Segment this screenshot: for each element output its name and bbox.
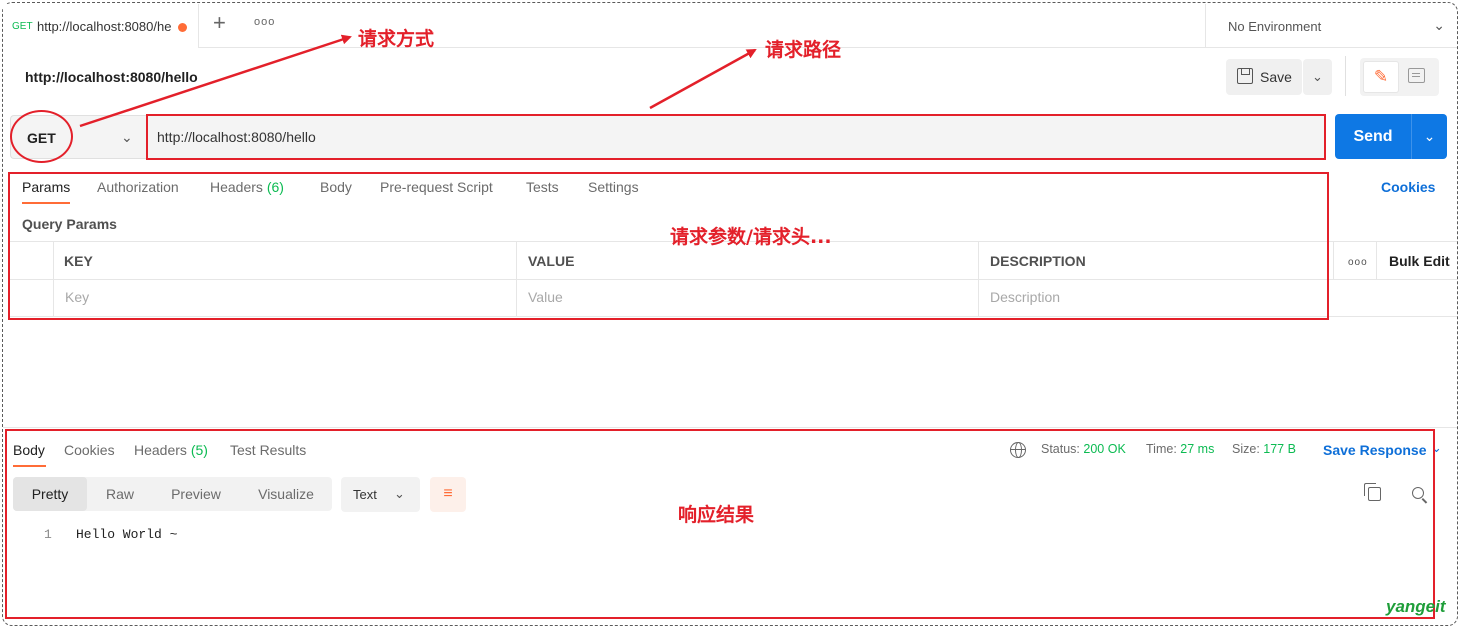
annotation-params: 请求参数/请求头... [670,226,832,248]
annotation-result: 响应结果 [678,504,755,526]
method-arrow [79,34,352,128]
annotation-arrows [79,34,757,128]
annotation-method: 请求方式 [358,28,435,50]
watermark: yangeit [1386,597,1446,616]
annotation-path: 请求路径 [765,39,842,61]
path-arrow [649,48,757,110]
